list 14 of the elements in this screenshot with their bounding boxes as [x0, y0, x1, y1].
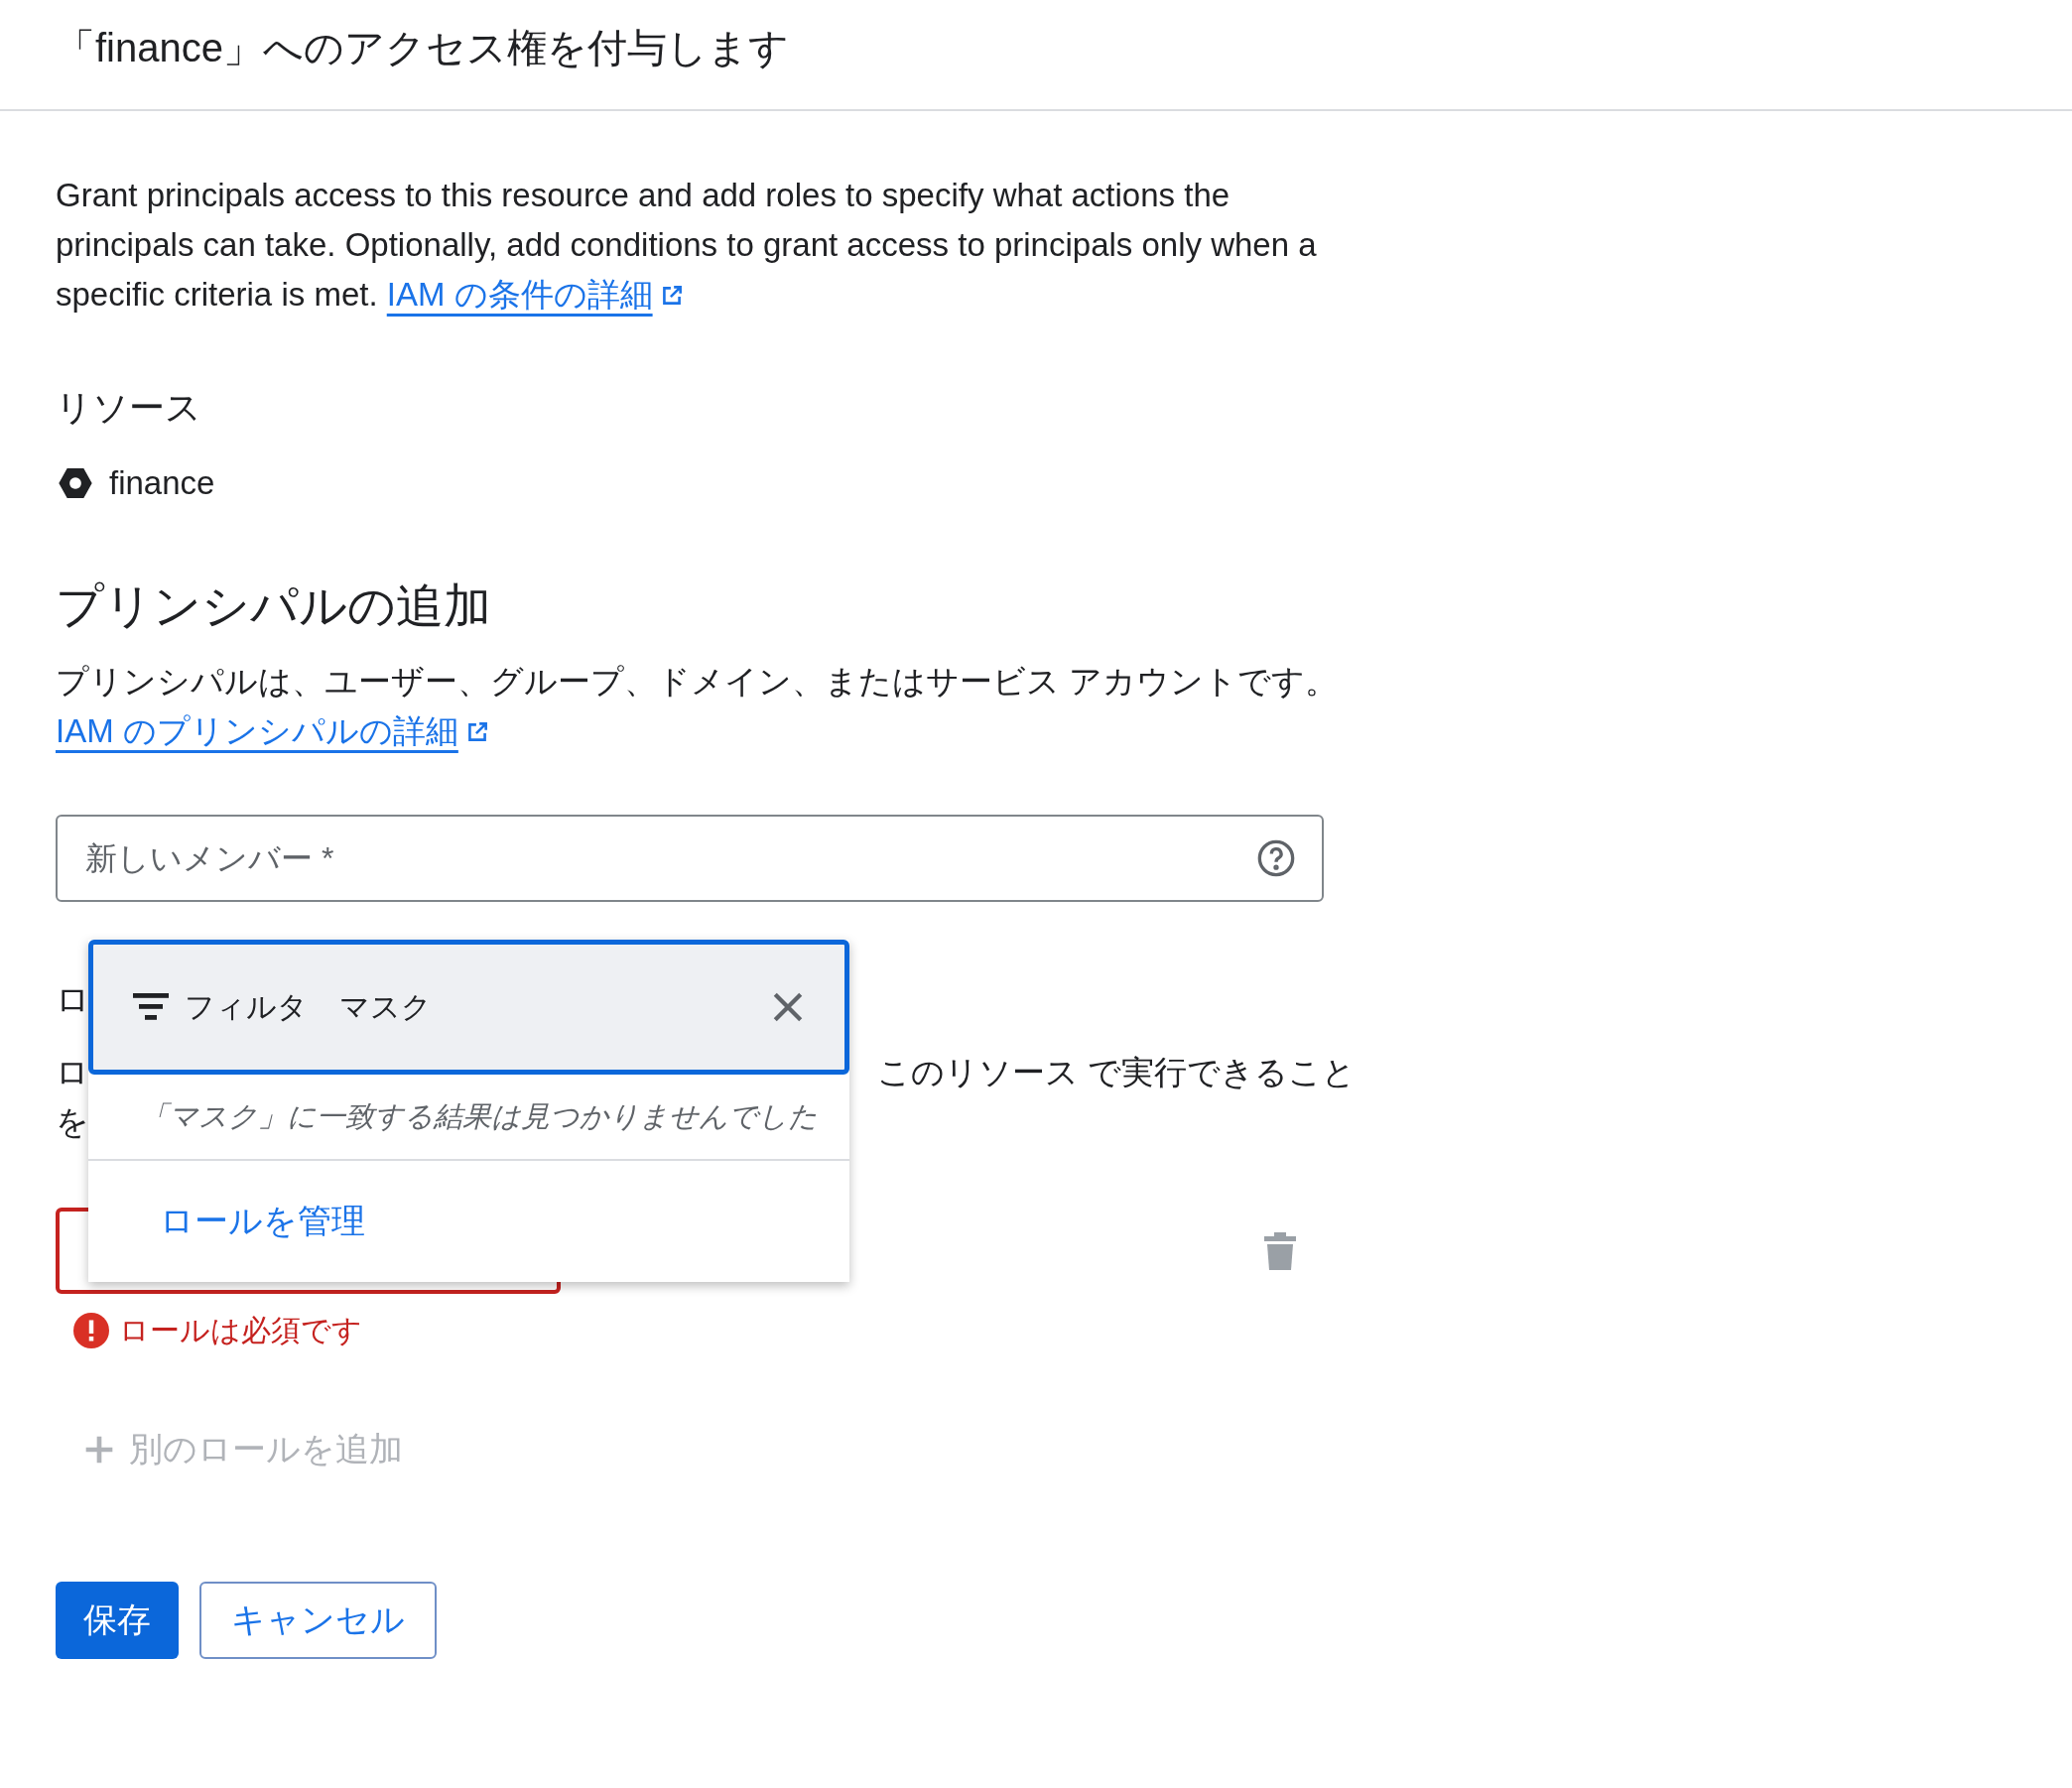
- description-fragment: ロ: [56, 1053, 89, 1092]
- section-heading: プリンシパルの追加: [56, 578, 492, 634]
- resource-label: リソース: [56, 386, 202, 430]
- filter-label: フィルタ: [185, 988, 308, 1025]
- description-fragment: このリソース で実行できること: [876, 1053, 1356, 1092]
- page-title: 「finance」へのアクセス権を付与します: [56, 25, 790, 71]
- no-results-message: 「マスク」に一致する結果は見つかりませんでした: [88, 1075, 849, 1161]
- intro-paragraph: Grant principals access to this resource and add roles to specify what actions the principals can take. Optionally, add conditions to grant access to principals only when a specific criteria is met. IAM の条件の詳細: [56, 176, 1318, 315]
- error-message: ロールは必須です: [119, 1312, 362, 1348]
- filter-value: マスク: [339, 988, 433, 1025]
- principals-paragraph: プリンシパルは、ユーザー、グループ、ドメイン、またはサービス アカウントです。 IAM のプリンシパルの詳細: [56, 662, 1340, 751]
- description-fragment: を: [56, 1102, 89, 1142]
- section-heading: ロ: [56, 979, 90, 1020]
- resource-name: finance: [109, 464, 215, 502]
